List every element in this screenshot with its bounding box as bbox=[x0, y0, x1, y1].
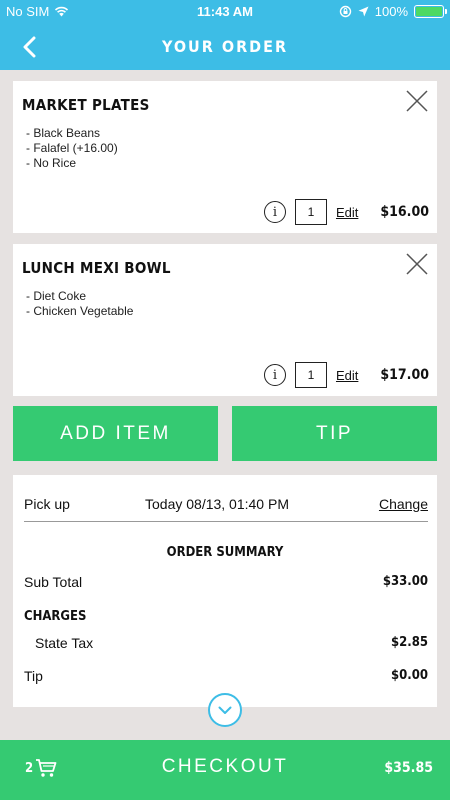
modifier: - Chicken Vegetable bbox=[26, 304, 134, 318]
checkout-button[interactable]: 2 CHECKOUT $35.85 bbox=[0, 740, 450, 800]
order-item-card: MARKET PLATES - Black Beans - Falafel (+… bbox=[13, 81, 437, 233]
pickup-time: Today 08/13, 01:40 PM bbox=[145, 496, 289, 512]
battery-percent: 100% bbox=[374, 4, 408, 19]
quantity-box[interactable]: 1 bbox=[294, 199, 327, 225]
modifier: - Falafel (+16.00) bbox=[26, 141, 118, 155]
item-name: LUNCH MEXI BOWL bbox=[22, 259, 171, 277]
tip-label: Tip bbox=[24, 668, 43, 684]
checkout-label: CHECKOUT bbox=[161, 756, 289, 777]
tip-value: $0.00 bbox=[391, 668, 428, 683]
modifier: - Diet Coke bbox=[26, 289, 87, 303]
remove-item-button[interactable] bbox=[405, 89, 429, 113]
quantity-box[interactable]: 1 bbox=[294, 362, 327, 388]
order-summary-card: Pick up Today 08/13, 01:40 PM Change ORD… bbox=[13, 475, 437, 707]
tip-row: Tip $0.00 bbox=[24, 668, 428, 684]
state-tax-row: State Tax $2.85 bbox=[35, 635, 428, 651]
subtotal-label: Sub Total bbox=[24, 574, 83, 590]
item-price: $17.00 bbox=[380, 367, 429, 383]
order-summary-title: ORDER SUMMARY bbox=[166, 545, 284, 560]
location-arrow-icon bbox=[358, 6, 369, 17]
pickup-row: Pick up Today 08/13, 01:40 PM Change bbox=[24, 496, 428, 522]
close-icon bbox=[406, 90, 428, 112]
expand-summary-button[interactable] bbox=[208, 693, 242, 727]
rotation-lock-icon bbox=[339, 5, 351, 18]
change-pickup-link[interactable]: Change bbox=[379, 496, 428, 512]
chevron-down-icon bbox=[218, 706, 232, 714]
subtotal-row: Sub Total $33.00 bbox=[24, 574, 428, 590]
edit-item-link[interactable]: Edit bbox=[336, 368, 358, 383]
edit-item-link[interactable]: Edit bbox=[336, 205, 358, 220]
info-icon: i bbox=[272, 204, 278, 220]
modifier: - No Rice bbox=[26, 156, 77, 170]
item-modifiers: - Diet Coke - Chicken Vegetable bbox=[26, 289, 133, 319]
state-tax-label: State Tax bbox=[35, 635, 94, 651]
tip-button[interactable]: TIP bbox=[232, 406, 437, 461]
page-title: YOUR ORDER bbox=[161, 37, 289, 56]
add-item-button[interactable]: ADD ITEM bbox=[13, 406, 218, 461]
pickup-label: Pick up bbox=[24, 496, 70, 512]
remove-item-button[interactable] bbox=[405, 252, 429, 276]
info-button[interactable]: i bbox=[263, 201, 286, 223]
status-bar: No SIM 11:43 AM 100% bbox=[0, 0, 450, 24]
battery-icon bbox=[414, 5, 447, 18]
close-icon bbox=[406, 253, 428, 275]
item-price: $16.00 bbox=[380, 204, 429, 220]
charges-heading: CHARGES bbox=[24, 609, 87, 624]
nav-bar: YOUR ORDER bbox=[0, 24, 450, 70]
info-icon: i bbox=[272, 367, 278, 383]
modifier: - Black Beans bbox=[26, 126, 101, 140]
state-tax-value: $2.85 bbox=[391, 635, 428, 650]
item-name: MARKET PLATES bbox=[22, 96, 150, 114]
info-button[interactable]: i bbox=[263, 364, 286, 386]
order-item-card: LUNCH MEXI BOWL - Diet Coke - Chicken Ve… bbox=[13, 244, 437, 396]
item-modifiers: - Black Beans - Falafel (+16.00) - No Ri… bbox=[26, 126, 118, 171]
subtotal-value: $33.00 bbox=[382, 574, 428, 589]
checkout-total: $35.85 bbox=[384, 760, 433, 776]
